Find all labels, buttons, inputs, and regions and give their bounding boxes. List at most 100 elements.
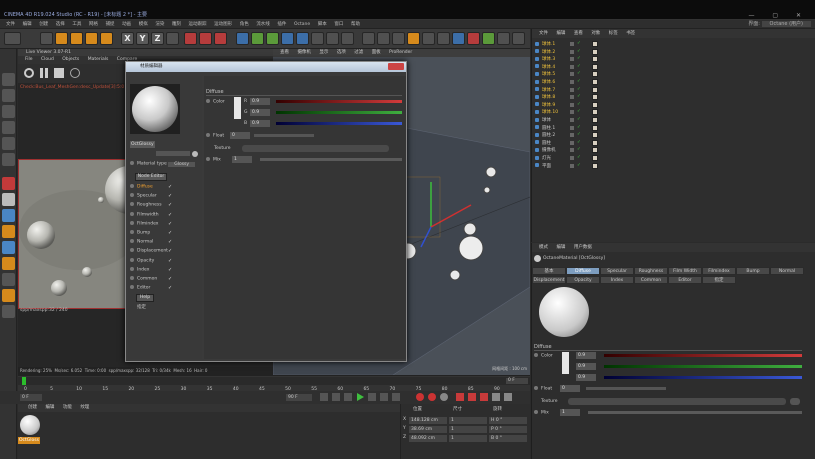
visibility-dots-icon[interactable] <box>570 72 574 77</box>
menu-plugins[interactable]: 插件 <box>277 20 286 29</box>
menu-octane[interactable]: Octane <box>294 20 310 29</box>
r-value-field[interactable]: 0.9 <box>250 98 270 105</box>
viewer-menu-materials[interactable]: Materials <box>88 57 109 62</box>
viewport-menu-cameras[interactable]: 摄像机 <box>297 50 311 55</box>
channel-roughness[interactable]: Roughness <box>130 202 162 208</box>
attr-tab-基本[interactable]: 基本 <box>532 267 566 275</box>
material-thumbnail[interactable] <box>20 415 40 435</box>
menu-render[interactable]: 渲染 <box>155 20 164 29</box>
material-name-field[interactable]: OctGlossy <box>130 141 155 148</box>
scale-icon[interactable] <box>70 32 83 45</box>
octane-material-icon[interactable] <box>437 32 450 45</box>
keyframe-selection-icon[interactable] <box>440 393 448 401</box>
attr-float-field[interactable]: 0 <box>560 385 580 392</box>
enabled-check-icon[interactable]: ✓ <box>577 79 581 84</box>
object-row[interactable]: 球体 <box>535 117 599 124</box>
object-row[interactable]: 球体.6 <box>535 79 599 86</box>
paint-icon[interactable] <box>2 289 15 302</box>
attr-tab-specular[interactable]: Specular <box>600 267 634 275</box>
visibility-dots-icon[interactable] <box>570 140 574 145</box>
texture-mode-icon[interactable] <box>2 105 15 118</box>
enabled-check-icon[interactable]: ✓ <box>577 148 581 153</box>
octane-daylight-icon[interactable] <box>407 32 420 45</box>
autokey-icon[interactable] <box>428 393 436 401</box>
attr-color-swatch[interactable] <box>562 352 569 374</box>
attr-tab-bump[interactable]: Bump <box>736 267 770 275</box>
enabled-check-icon[interactable]: ✓ <box>577 125 581 130</box>
om-menu-view[interactable]: 查看 <box>574 31 583 36</box>
menu-simulate[interactable]: 模拟 <box>139 20 148 29</box>
enabled-check-icon[interactable]: ✓ <box>577 110 581 115</box>
om-menu-objects[interactable]: 对象 <box>591 31 600 36</box>
channel-checkbox[interactable]: ✓ <box>168 267 172 273</box>
menu-window[interactable]: 窗口 <box>334 20 343 29</box>
enabled-check-icon[interactable]: ✓ <box>577 72 581 77</box>
attr-tab-row2-2[interactable]: Index <box>600 276 634 284</box>
viewer-menu-file[interactable]: File <box>25 57 33 62</box>
scale-key-icon[interactable] <box>468 393 476 401</box>
object-row[interactable]: 球体.4 <box>535 64 599 71</box>
end-frame-field[interactable]: 90 F <box>286 394 312 401</box>
x-axis-lock-button[interactable]: X <box>121 32 134 45</box>
menu-tools[interactable]: 工具 <box>72 20 81 29</box>
channel-checkbox[interactable]: ✓ <box>168 285 172 291</box>
channel-checkbox[interactable]: ✓ <box>168 248 172 254</box>
g-value-field[interactable]: 0.9 <box>250 109 270 116</box>
object-row[interactable]: 球体.2 <box>535 49 599 56</box>
material-thumbnail-label[interactable]: OctGloss <box>18 437 40 444</box>
mm-menu-function[interactable]: 功能 <box>63 405 72 410</box>
coord-size-field[interactable]: 1 <box>449 435 487 442</box>
octane-texture-icon[interactable] <box>422 32 435 45</box>
menu-pipeline[interactable]: 流水线 <box>256 20 270 29</box>
channel-editor[interactable]: Editor <box>130 285 150 291</box>
z-axis-lock-button[interactable]: Z <box>151 32 164 45</box>
b-value-field[interactable]: 0.9 <box>250 120 270 127</box>
material-tag-icon[interactable] <box>592 162 598 169</box>
next-key-icon[interactable] <box>380 393 388 401</box>
material-tag-icon[interactable] <box>592 139 598 146</box>
octane-vdb-icon[interactable] <box>497 32 510 45</box>
object-row[interactable]: 球体.10 <box>535 109 599 116</box>
position-key-icon[interactable] <box>456 393 464 401</box>
menu-snap[interactable]: 捕捉 <box>106 20 115 29</box>
octane-settings-icon[interactable] <box>377 32 390 45</box>
refresh-icon[interactable] <box>24 68 34 78</box>
pla-key-icon[interactable] <box>504 393 512 401</box>
visibility-dots-icon[interactable] <box>570 156 574 160</box>
mm-menu-create[interactable]: 创建 <box>28 405 37 410</box>
channel-checkbox[interactable]: ✓ <box>168 202 172 208</box>
edges-mode-icon[interactable] <box>2 153 15 166</box>
object-row[interactable]: 球体.7 <box>535 87 599 94</box>
visibility-dots-icon[interactable] <box>570 42 574 46</box>
om-menu-edit[interactable]: 编辑 <box>556 31 565 36</box>
object-row[interactable]: 球体.1 <box>535 41 599 48</box>
viewport-menu-display[interactable]: 显示 <box>319 50 328 55</box>
channel-normal[interactable]: Normal <box>130 239 153 245</box>
channel-specular[interactable]: Specular <box>130 193 157 199</box>
attr-g-slider[interactable] <box>604 365 802 368</box>
menu-mesh[interactable]: 网格 <box>89 20 98 29</box>
points-mode-icon[interactable] <box>2 137 15 150</box>
viewer-menu-objects[interactable]: Objects <box>62 57 79 62</box>
am-menu-userdata[interactable]: 用户数据 <box>574 245 592 250</box>
attr-r-field[interactable]: 0.9 <box>576 352 596 359</box>
select-icon[interactable] <box>40 32 53 45</box>
visibility-dots-icon[interactable] <box>570 163 574 168</box>
material-tag-icon[interactable] <box>592 41 598 47</box>
playhead[interactable] <box>22 377 26 385</box>
channel-common[interactable]: Common <box>130 276 157 282</box>
current-frame-field[interactable]: 0 F <box>506 378 528 384</box>
object-row[interactable]: 球体.3 <box>535 56 599 63</box>
object-row[interactable]: 平面 <box>535 163 599 170</box>
material-tag-icon[interactable] <box>592 94 598 101</box>
help-button[interactable]: Help <box>136 294 154 302</box>
attr-texture-slot[interactable] <box>568 398 786 405</box>
object-row[interactable]: 圆柱 <box>535 140 599 147</box>
attr-tab-row2-3[interactable]: Common <box>634 276 668 284</box>
snap-icon[interactable] <box>2 209 15 222</box>
move-icon[interactable] <box>55 32 68 45</box>
layout-selector[interactable]: 界面: Octane (用户) <box>748 20 811 29</box>
menu-mograph[interactable]: 运动图形 <box>214 20 232 29</box>
channel-checkbox[interactable]: ✓ <box>168 193 172 199</box>
attr-float-slider[interactable] <box>586 387 666 390</box>
